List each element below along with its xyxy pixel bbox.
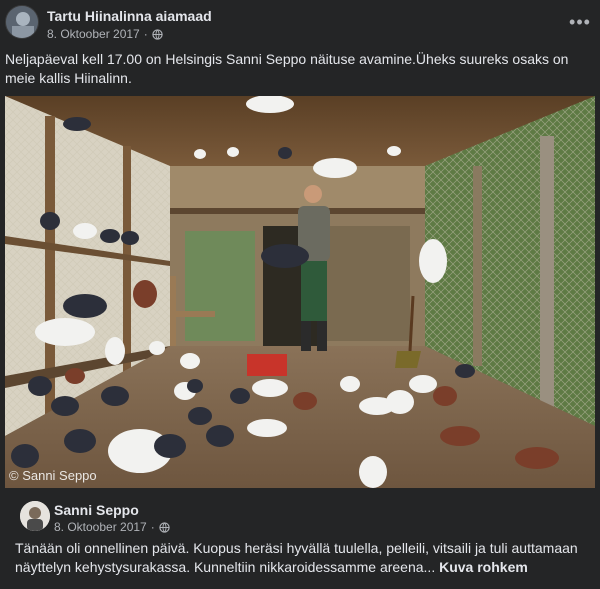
pigeon-loft-photo [5,96,595,488]
more-horizontal-icon: ••• [569,11,591,32]
more-options-button[interactable]: ••• [566,8,594,36]
meta-separator: · [143,27,148,41]
shared-date[interactable]: 8. Oktoober 2017 [54,520,147,534]
facebook-post: Tartu Hiinalinna aiamaad 8. Oktoober 201… [0,0,600,589]
shared-author-avatar[interactable] [20,501,50,531]
globe-icon [152,28,163,40]
photo-watermark: © Sanni Seppo [9,468,97,483]
post-meta: 8. Oktoober 2017 · [47,27,163,41]
page-name-link[interactable]: Tartu Hiinalinna aiamaad [47,8,212,24]
post-text: Neljapäeval kell 17.00 on Helsingis Sann… [5,51,569,86]
shared-post-text: Tänään oli onnellinen päivä. Kuopus herä… [15,539,590,577]
shared-meta: 8. Oktoober 2017 · [54,520,170,534]
post-header: Tartu Hiinalinna aiamaad 8. Oktoober 201… [0,0,600,48]
see-more-link[interactable]: Kuva rohkem [439,559,528,575]
page-avatar[interactable] [5,5,39,39]
globe-icon [159,521,170,533]
shared-post: Sanni Seppo 8. Oktoober 2017 · Tänään ol… [5,492,595,589]
shared-author-name[interactable]: Sanni Seppo [54,502,139,518]
post-date[interactable]: 8. Oktoober 2017 [47,27,140,41]
shared-meta-separator: · [150,520,155,534]
post-photo[interactable]: © Sanni Seppo [5,96,595,488]
